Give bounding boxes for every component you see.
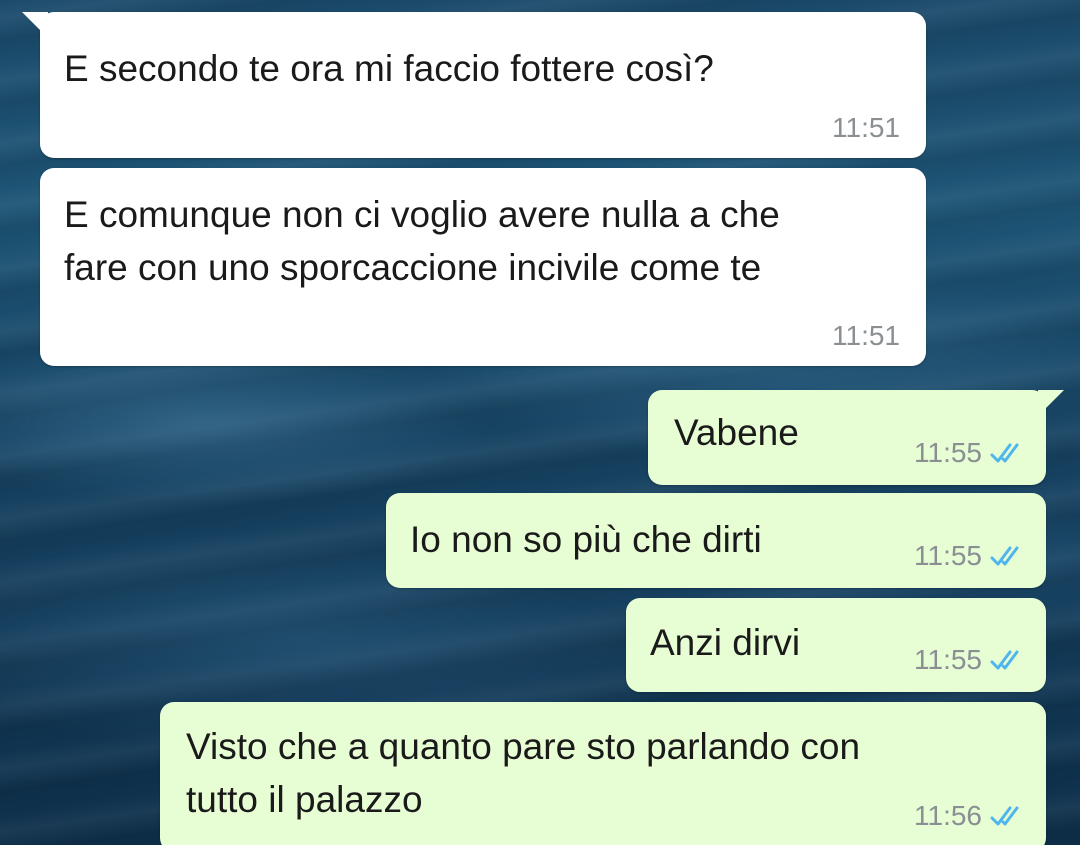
message-meta: 11:55: [914, 644, 1024, 676]
message-text: Vabene: [674, 412, 799, 453]
message-text: Anzi dirvi: [650, 622, 801, 663]
message-text: E comunque non ci voglio avere nulla a c…: [64, 194, 780, 288]
message-bubble-outgoing[interactable]: Vabene 11:55: [648, 390, 1064, 485]
message-text: E secondo te ora mi faccio fottere così?: [64, 48, 714, 89]
message-time: 11:55: [914, 540, 982, 571]
message-meta: 11:55: [914, 540, 1024, 572]
double-check-icon: [990, 443, 1019, 463]
double-check-icon: [990, 806, 1019, 826]
double-check-icon: [990, 650, 1019, 670]
message-time: 11:56: [914, 800, 982, 831]
message-bubble-outgoing[interactable]: Io non so più che dirti 11:55: [386, 493, 1046, 588]
message-text: Io non so più che dirti: [410, 519, 762, 560]
message-bubble-outgoing[interactable]: Anzi dirvi 11:55: [626, 598, 1046, 692]
message-time: 11:51: [832, 320, 900, 351]
message-meta: 11:51: [832, 320, 900, 352]
message-bubble-incoming[interactable]: E comunque non ci voglio avere nulla a c…: [40, 168, 926, 366]
message-bubble-outgoing[interactable]: Visto che a quanto pare sto parlando con…: [160, 702, 1046, 845]
message-meta: 11:55: [914, 437, 1024, 469]
message-text: Visto che a quanto pare sto parlando con…: [186, 726, 861, 820]
message-meta: 11:51: [832, 112, 900, 144]
message-time: 11:55: [914, 644, 982, 675]
message-meta: 11:56: [914, 800, 1024, 832]
bubble-tail: [1038, 390, 1064, 416]
message-time: 11:55: [914, 437, 982, 468]
message-time: 11:51: [832, 112, 900, 143]
chat-messages-area[interactable]: E secondo te ora mi faccio fottere così?…: [0, 0, 1080, 845]
message-bubble-incoming[interactable]: E secondo te ora mi faccio fottere così?…: [22, 12, 926, 158]
bubble-tail: [22, 12, 48, 38]
double-check-icon: [990, 546, 1019, 566]
